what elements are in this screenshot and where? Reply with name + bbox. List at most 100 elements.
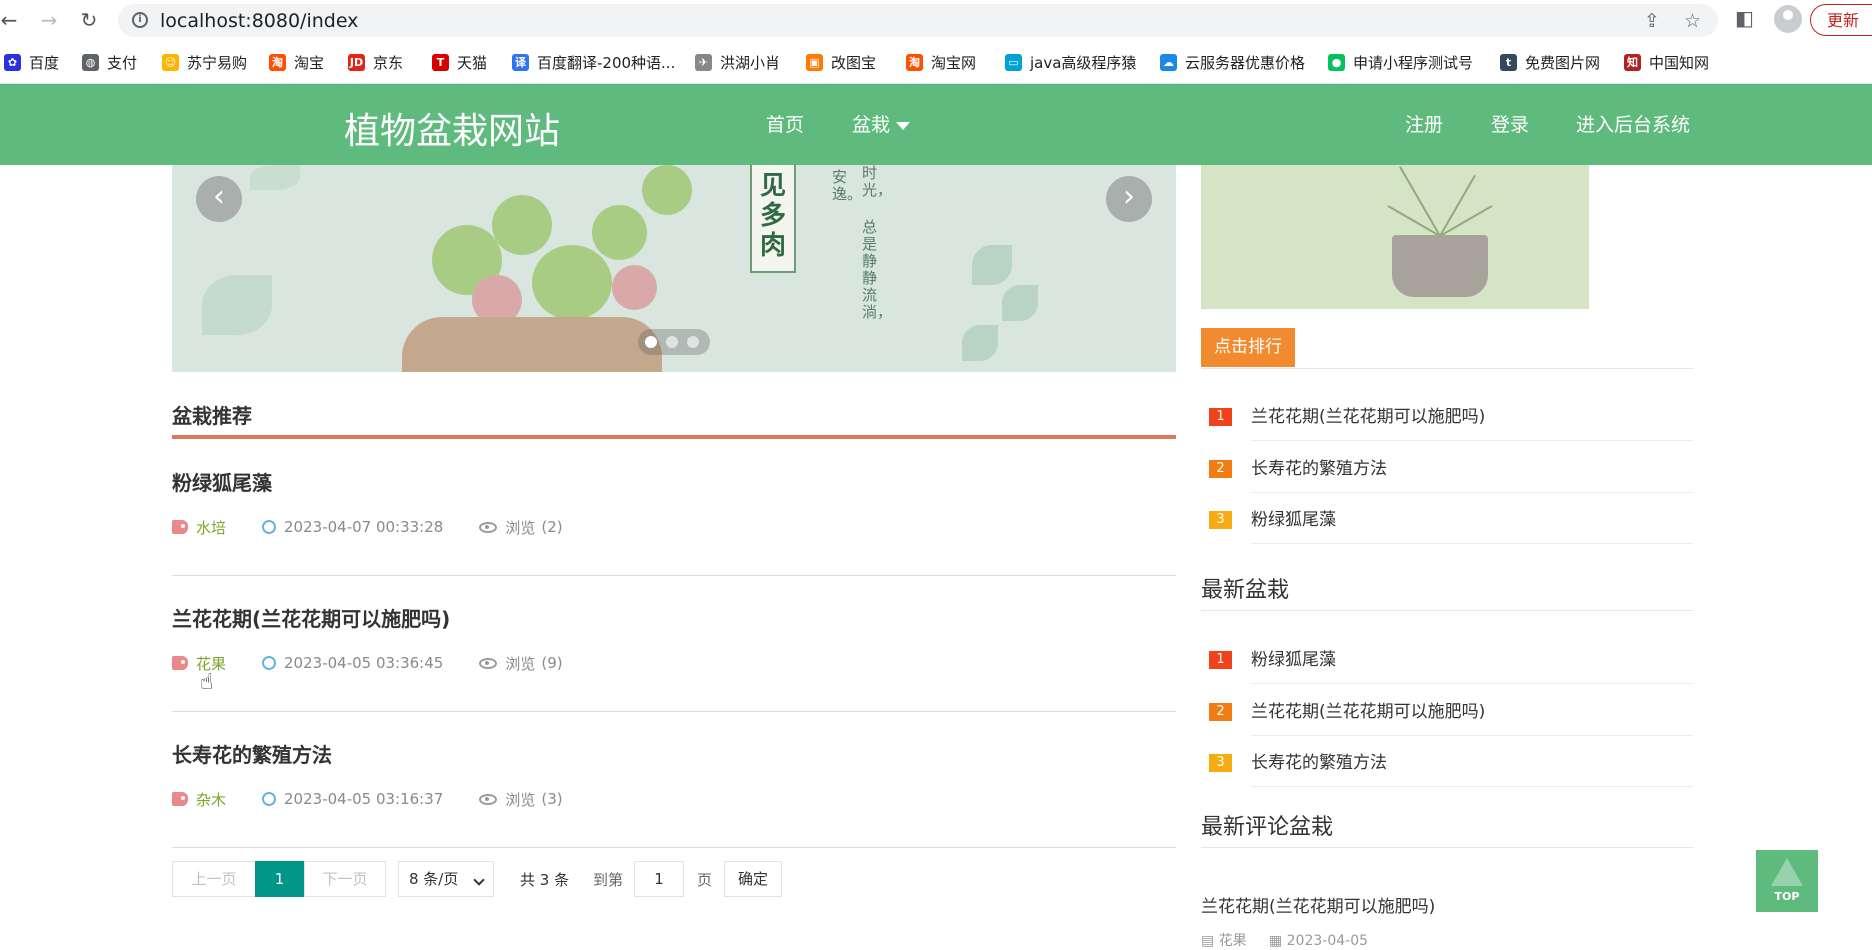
bookmark-item[interactable]: ✈ 洪湖小肖 [695,51,780,73]
carousel-dot[interactable] [666,336,678,348]
sidebar-post-link[interactable]: 长寿花的繁殖方法 [1251,748,1387,773]
bookmark-item[interactable]: 知中国知网 [1624,51,1709,73]
post-title[interactable]: 粉绿狐尾藻 [172,467,272,496]
back-to-top-label: TOP [1774,890,1800,903]
bookmark-label: 申请小程序测试号 [1353,53,1474,72]
comments-title: 最新评论盆栽 [1201,815,1334,840]
leaf-decoration [1002,285,1038,321]
bookmark-item[interactable]: ✿ 百度 [4,51,59,73]
banner-carousel[interactable]: 见多肉 安逸。 时光， 总是静静流淌， ‹ › [172,165,1176,372]
reload-icon[interactable]: ↻ [77,8,101,32]
next-page-button[interactable]: 下一页 [304,861,386,897]
page-size-select[interactable]: 8 条/页 [398,861,494,897]
views-count: (2) [541,518,563,536]
bookmark-label: 改图宝 [831,53,877,72]
leaf-decoration [250,165,300,190]
calendar-icon: ▦ [1268,933,1283,949]
bookmark-item[interactable]: ▣ 改图宝 [806,51,876,73]
wechat-icon: ● [1328,53,1345,71]
bookmark-item[interactable]: t 免费图片网 [1500,51,1600,73]
tag-icon [172,792,188,806]
bookmark-item[interactable]: ● 申请小程序测试号 [1328,51,1473,73]
bookmark-item[interactable]: ▭ java高级程序猿 [1005,51,1136,73]
tmall-icon: T [432,53,449,71]
sidebar-post-link[interactable]: 兰花花期(兰花花期可以施肥吗) [1251,402,1485,427]
post-category[interactable]: 水培 [196,517,226,538]
suning-icon: ☺ [162,53,179,71]
site-logo[interactable]: 植物盆栽网站 [344,102,560,154]
bookmark-item[interactable]: 淘淘宝网 [906,51,976,73]
back-to-top-button[interactable]: TOP [1756,850,1818,912]
divider [1251,491,1693,493]
rank-number: 3 [1209,511,1232,529]
sidebar-post-link[interactable]: 长寿花的繁殖方法 [1251,454,1387,479]
bookmark-item[interactable]: ☺ 苏宁易购 [162,51,247,73]
goto-page-input[interactable] [634,861,684,897]
sidebar-plant-image[interactable] [1201,165,1589,309]
comment-category: 花果 [1218,933,1247,949]
current-page[interactable]: 1 [255,861,304,897]
taobao-icon: 淘 [269,53,286,71]
sidebar-post-link[interactable]: 粉绿狐尾藻 [1251,645,1336,670]
bilibili-icon: ▭ [1005,53,1022,71]
post-date: 2023-04-07 00:33:28 [284,518,444,536]
arrow-up-icon [1771,858,1803,886]
bookmark-item[interactable]: 淘淘宝 [269,51,324,73]
bookmark-label: 天猫 [457,53,488,72]
nav-register[interactable]: 注册 [1405,110,1443,137]
page-unit-label: 页 [697,871,713,889]
profile-avatar-icon[interactable] [1774,5,1802,33]
divider [1201,368,1693,369]
caret-down-icon [896,121,911,130]
bookmark-item[interactable]: ☁ 云服务器优惠价格 [1160,51,1305,73]
forward-arrow-icon[interactable]: → [37,8,61,32]
nav-admin[interactable]: 进入后台系统 [1576,110,1690,137]
carousel-dot[interactable] [687,336,699,348]
back-arrow-icon[interactable]: ← [0,8,21,32]
update-button[interactable]: 更新 [1810,4,1872,36]
bookmark-star-icon[interactable]: ☆ [1684,10,1701,32]
clock-icon [262,792,277,806]
sidebar-post-link[interactable]: 兰花花期(兰花花期可以施肥吗) [1251,697,1485,722]
prev-page-button[interactable]: 上一页 [172,861,256,897]
carousel-indicators [638,329,710,355]
sidebar-post-link[interactable]: 粉绿狐尾藻 [1251,505,1336,530]
side-panel-icon[interactable]: ◧ [1735,6,1754,30]
divider [172,711,1176,712]
site-info-icon[interactable]: i [132,12,148,28]
bookmark-item[interactable]: T 天猫 [432,51,487,73]
url-text[interactable]: localhost:8080/index [160,10,358,32]
carousel-next-button[interactable]: › [1106,176,1152,222]
image-tool-icon: ▣ [806,53,823,71]
baidu-icon: ✿ [4,53,21,71]
eye-icon [479,793,498,805]
clock-icon [262,520,277,534]
carousel-dot[interactable] [645,336,657,348]
address-bar[interactable]: i localhost:8080/index ⇪ ☆ [118,4,1718,37]
post-category[interactable]: 杂木 [196,789,226,810]
nav-home[interactable]: 首页 [766,110,804,137]
site-header: 植物盆栽网站 首页 盆栽 注册 登录 进入后台系统 [0,84,1872,165]
post-title[interactable]: 兰花花期(兰花花期可以施肥吗) [172,603,450,632]
bookmark-item[interactable]: ◍ 支付 [82,51,137,73]
share-icon[interactable]: ⇪ [1644,10,1660,32]
comment-post-title[interactable]: 兰花花期(兰花花期可以施肥吗) [1201,892,1435,917]
carousel-prev-button[interactable]: ‹ [196,176,242,222]
comment-meta: ▤ 花果 ▦ 2023-04-05 [1201,930,1368,950]
nav-bonsai-dropdown[interactable]: 盆栽 [852,110,911,137]
rank-number: 2 [1209,702,1232,721]
bookmark-item[interactable]: 译百度翻译-200种语... [512,51,675,73]
bookmark-label: 中国知网 [1649,53,1710,72]
divider [1251,543,1693,544]
bookmark-label: 百度翻译-200种语... [537,53,676,72]
leaf-decoration [972,245,1012,285]
nav-login[interactable]: 登录 [1491,110,1529,137]
total-count: 共 3 条 [520,871,570,889]
bookmark-item[interactable]: JD 京东 [348,51,403,73]
document-icon: ▤ [1201,933,1215,949]
post-title[interactable]: 长寿花的繁殖方法 [172,739,332,768]
tag-icon [172,520,188,534]
bookmark-label: 支付 [107,53,138,72]
rank-number: 2 [1209,459,1232,478]
confirm-page-button[interactable]: 确定 [724,861,782,897]
